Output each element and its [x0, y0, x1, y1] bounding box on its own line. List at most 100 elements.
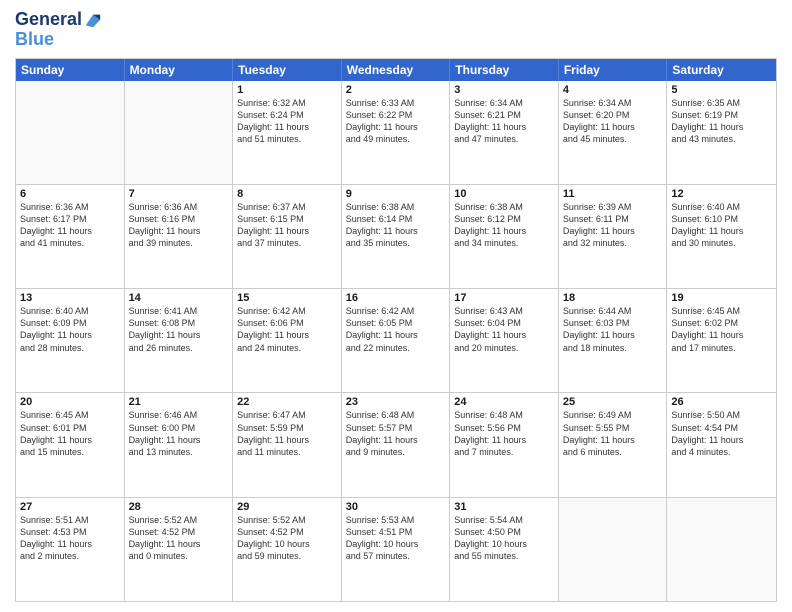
cell-line: Sunset: 6:05 PM	[346, 317, 446, 329]
cell-line: Sunset: 6:22 PM	[346, 109, 446, 121]
cell-line: and 24 minutes.	[237, 342, 337, 354]
calendar-cell: 5Sunrise: 6:35 AMSunset: 6:19 PMDaylight…	[667, 81, 776, 184]
calendar-cell: 10Sunrise: 6:38 AMSunset: 6:12 PMDayligh…	[450, 185, 559, 288]
day-number: 30	[346, 501, 446, 513]
header: General Blue	[15, 10, 777, 50]
calendar-cell: 22Sunrise: 6:47 AMSunset: 5:59 PMDayligh…	[233, 393, 342, 496]
logo: General Blue	[15, 10, 102, 50]
header-day-saturday: Saturday	[667, 59, 776, 81]
cell-line: Daylight: 11 hours	[237, 329, 337, 341]
calendar-week-3: 20Sunrise: 6:45 AMSunset: 6:01 PMDayligh…	[16, 392, 776, 496]
cell-line: Sunset: 4:52 PM	[237, 526, 337, 538]
cell-line: Sunset: 4:52 PM	[129, 526, 229, 538]
logo-icon	[84, 11, 102, 29]
calendar-cell: 6Sunrise: 6:36 AMSunset: 6:17 PMDaylight…	[16, 185, 125, 288]
cell-line: Sunset: 6:00 PM	[129, 422, 229, 434]
day-number: 16	[346, 292, 446, 304]
cell-line: and 0 minutes.	[129, 550, 229, 562]
day-number: 5	[671, 84, 772, 96]
cell-line: Sunset: 4:51 PM	[346, 526, 446, 538]
calendar-week-2: 13Sunrise: 6:40 AMSunset: 6:09 PMDayligh…	[16, 288, 776, 392]
cell-line: Sunrise: 6:38 AM	[346, 201, 446, 213]
day-number: 3	[454, 84, 554, 96]
cell-line: Daylight: 11 hours	[671, 434, 772, 446]
cell-line: Sunrise: 6:40 AM	[671, 201, 772, 213]
cell-line: and 22 minutes.	[346, 342, 446, 354]
calendar-cell: 25Sunrise: 6:49 AMSunset: 5:55 PMDayligh…	[559, 393, 668, 496]
cell-line: Daylight: 11 hours	[563, 434, 663, 446]
cell-line: Sunset: 6:19 PM	[671, 109, 772, 121]
cell-line: Daylight: 10 hours	[346, 538, 446, 550]
day-number: 25	[563, 396, 663, 408]
header-day-wednesday: Wednesday	[342, 59, 451, 81]
cell-line: and 57 minutes.	[346, 550, 446, 562]
cell-line: and 4 minutes.	[671, 446, 772, 458]
cell-line: Daylight: 11 hours	[20, 538, 120, 550]
cell-line: Sunrise: 6:37 AM	[237, 201, 337, 213]
cell-line: Sunset: 6:24 PM	[237, 109, 337, 121]
calendar-cell: 23Sunrise: 6:48 AMSunset: 5:57 PMDayligh…	[342, 393, 451, 496]
cell-line: Daylight: 11 hours	[563, 121, 663, 133]
calendar-cell: 9Sunrise: 6:38 AMSunset: 6:14 PMDaylight…	[342, 185, 451, 288]
cell-line: Sunrise: 6:36 AM	[129, 201, 229, 213]
calendar-cell: 31Sunrise: 5:54 AMSunset: 4:50 PMDayligh…	[450, 498, 559, 601]
cell-line: and 18 minutes.	[563, 342, 663, 354]
cell-line: Sunset: 4:54 PM	[671, 422, 772, 434]
cell-line: Sunrise: 6:38 AM	[454, 201, 554, 213]
cell-line: Sunset: 6:12 PM	[454, 213, 554, 225]
cell-line: Sunset: 6:04 PM	[454, 317, 554, 329]
cell-line: Sunset: 6:21 PM	[454, 109, 554, 121]
cell-line: Daylight: 11 hours	[671, 329, 772, 341]
cell-line: Sunset: 4:50 PM	[454, 526, 554, 538]
cell-line: Sunset: 6:15 PM	[237, 213, 337, 225]
cell-line: Daylight: 10 hours	[237, 538, 337, 550]
logo-text-general: General	[15, 10, 82, 30]
cell-line: Sunset: 6:17 PM	[20, 213, 120, 225]
calendar-cell: 1Sunrise: 6:32 AMSunset: 6:24 PMDaylight…	[233, 81, 342, 184]
cell-line: Sunset: 6:02 PM	[671, 317, 772, 329]
day-number: 17	[454, 292, 554, 304]
cell-line: and 28 minutes.	[20, 342, 120, 354]
cell-line: Sunset: 6:16 PM	[129, 213, 229, 225]
cell-line: Sunset: 6:08 PM	[129, 317, 229, 329]
cell-line: Daylight: 11 hours	[563, 329, 663, 341]
cell-line: Sunset: 6:14 PM	[346, 213, 446, 225]
day-number: 8	[237, 188, 337, 200]
cell-line: Daylight: 11 hours	[346, 329, 446, 341]
cell-line: Sunset: 5:55 PM	[563, 422, 663, 434]
cell-line: and 2 minutes.	[20, 550, 120, 562]
header-day-friday: Friday	[559, 59, 668, 81]
calendar-cell: 29Sunrise: 5:52 AMSunset: 4:52 PMDayligh…	[233, 498, 342, 601]
cell-line: and 37 minutes.	[237, 237, 337, 249]
cell-line: and 30 minutes.	[671, 237, 772, 249]
cell-line: Daylight: 11 hours	[454, 225, 554, 237]
header-day-tuesday: Tuesday	[233, 59, 342, 81]
day-number: 12	[671, 188, 772, 200]
calendar-cell	[559, 498, 668, 601]
calendar-cell: 18Sunrise: 6:44 AMSunset: 6:03 PMDayligh…	[559, 289, 668, 392]
day-number: 14	[129, 292, 229, 304]
cell-line: Sunrise: 5:52 AM	[129, 514, 229, 526]
cell-line: Sunrise: 6:40 AM	[20, 305, 120, 317]
calendar-cell: 12Sunrise: 6:40 AMSunset: 6:10 PMDayligh…	[667, 185, 776, 288]
cell-line: Daylight: 11 hours	[20, 225, 120, 237]
day-number: 28	[129, 501, 229, 513]
calendar-cell: 27Sunrise: 5:51 AMSunset: 4:53 PMDayligh…	[16, 498, 125, 601]
calendar-cell	[16, 81, 125, 184]
calendar-cell: 11Sunrise: 6:39 AMSunset: 6:11 PMDayligh…	[559, 185, 668, 288]
cell-line: Sunrise: 6:49 AM	[563, 409, 663, 421]
cell-line: Sunrise: 6:42 AM	[237, 305, 337, 317]
cell-line: and 43 minutes.	[671, 133, 772, 145]
cell-line: Daylight: 11 hours	[20, 329, 120, 341]
day-number: 24	[454, 396, 554, 408]
cell-line: Daylight: 11 hours	[454, 121, 554, 133]
cell-line: Daylight: 11 hours	[671, 121, 772, 133]
day-number: 22	[237, 396, 337, 408]
day-number: 15	[237, 292, 337, 304]
cell-line: Sunrise: 5:54 AM	[454, 514, 554, 526]
cell-line: Sunset: 6:11 PM	[563, 213, 663, 225]
cell-line: and 55 minutes.	[454, 550, 554, 562]
cell-line: Daylight: 11 hours	[671, 225, 772, 237]
cell-line: and 45 minutes.	[563, 133, 663, 145]
cell-line: Sunset: 5:57 PM	[346, 422, 446, 434]
